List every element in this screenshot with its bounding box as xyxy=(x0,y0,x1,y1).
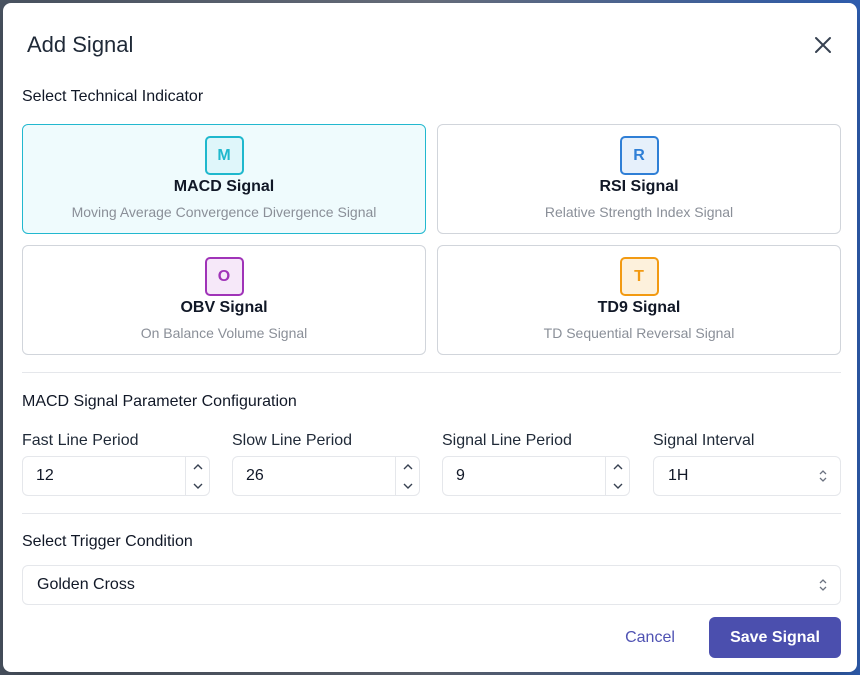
decrement-button[interactable] xyxy=(606,476,629,495)
select-chevron-icon xyxy=(806,469,840,483)
indicator-section-title: Select Technical Indicator xyxy=(22,88,204,105)
chevron-down-icon xyxy=(193,483,202,489)
signal-period-stepper xyxy=(605,457,629,495)
close-button[interactable] xyxy=(809,31,837,59)
fast-period-label: Fast Line Period xyxy=(22,432,139,449)
indicator-description: Moving Average Convergence Divergence Si… xyxy=(71,204,377,220)
slow-period-input[interactable]: 26 xyxy=(232,456,420,496)
indicator-options: M MACD Signal Moving Average Convergence… xyxy=(22,124,841,355)
fast-period-stepper xyxy=(185,457,209,495)
decrement-button[interactable] xyxy=(186,476,209,495)
chevron-down-icon xyxy=(403,483,412,489)
indicator-card-macd[interactable]: M MACD Signal Moving Average Convergence… xyxy=(22,124,426,234)
indicator-description: Relative Strength Index Signal xyxy=(544,204,734,220)
save-signal-button[interactable]: Save Signal xyxy=(709,617,841,658)
trigger-section-title: Select Trigger Condition xyxy=(22,533,193,550)
slow-period-value: 26 xyxy=(246,467,264,484)
indicator-description: On Balance Volume Signal xyxy=(140,325,308,341)
chevron-up-icon xyxy=(193,463,202,469)
trigger-condition-value: Golden Cross xyxy=(37,576,135,593)
indicator-description: TD Sequential Reversal Signal xyxy=(543,325,735,341)
params-section-title: MACD Signal Parameter Configuration xyxy=(22,393,297,410)
chevron-up-icon xyxy=(403,463,412,469)
trigger-condition-select[interactable]: Golden Cross xyxy=(22,565,841,605)
decrement-button[interactable] xyxy=(396,476,419,495)
indicator-card-obv[interactable]: O OBV Signal On Balance Volume Signal xyxy=(22,245,426,355)
close-icon xyxy=(815,37,831,53)
section-divider xyxy=(22,513,841,514)
increment-button[interactable] xyxy=(606,457,629,476)
cancel-button[interactable]: Cancel xyxy=(603,618,697,658)
obv-letter-icon: O xyxy=(204,257,244,296)
chevron-up-icon xyxy=(613,463,622,469)
macd-letter-icon: M xyxy=(204,136,244,175)
chevron-down-icon xyxy=(613,483,622,489)
signal-interval-label: Signal Interval xyxy=(653,432,755,449)
select-chevron-icon xyxy=(806,578,840,592)
increment-button[interactable] xyxy=(186,457,209,476)
signal-interval-value: 1H xyxy=(668,467,689,484)
td9-letter-icon: T xyxy=(619,257,659,296)
indicator-name: MACD Signal xyxy=(173,178,275,195)
signal-period-value: 9 xyxy=(456,467,465,484)
dialog-title: Add Signal xyxy=(27,32,134,57)
indicator-card-td9[interactable]: T TD9 Signal TD Sequential Reversal Sign… xyxy=(437,245,841,355)
slow-period-label: Slow Line Period xyxy=(232,432,353,449)
indicator-name: OBV Signal xyxy=(180,299,268,316)
indicator-card-rsi[interactable]: R RSI Signal Relative Strength Index Sig… xyxy=(437,124,841,234)
add-signal-dialog: Add Signal Select Technical Indicator M … xyxy=(3,3,857,672)
signal-period-input[interactable]: 9 xyxy=(442,456,630,496)
rsi-letter-icon: R xyxy=(619,136,659,175)
increment-button[interactable] xyxy=(396,457,419,476)
indicator-name: RSI Signal xyxy=(599,178,679,195)
slow-period-stepper xyxy=(395,457,419,495)
fast-period-input[interactable]: 12 xyxy=(22,456,210,496)
fast-period-value: 12 xyxy=(36,467,54,484)
indicator-name: TD9 Signal xyxy=(597,299,681,316)
section-divider xyxy=(22,372,841,373)
signal-interval-select[interactable]: 1H xyxy=(653,456,841,496)
signal-period-label: Signal Line Period xyxy=(442,432,572,449)
